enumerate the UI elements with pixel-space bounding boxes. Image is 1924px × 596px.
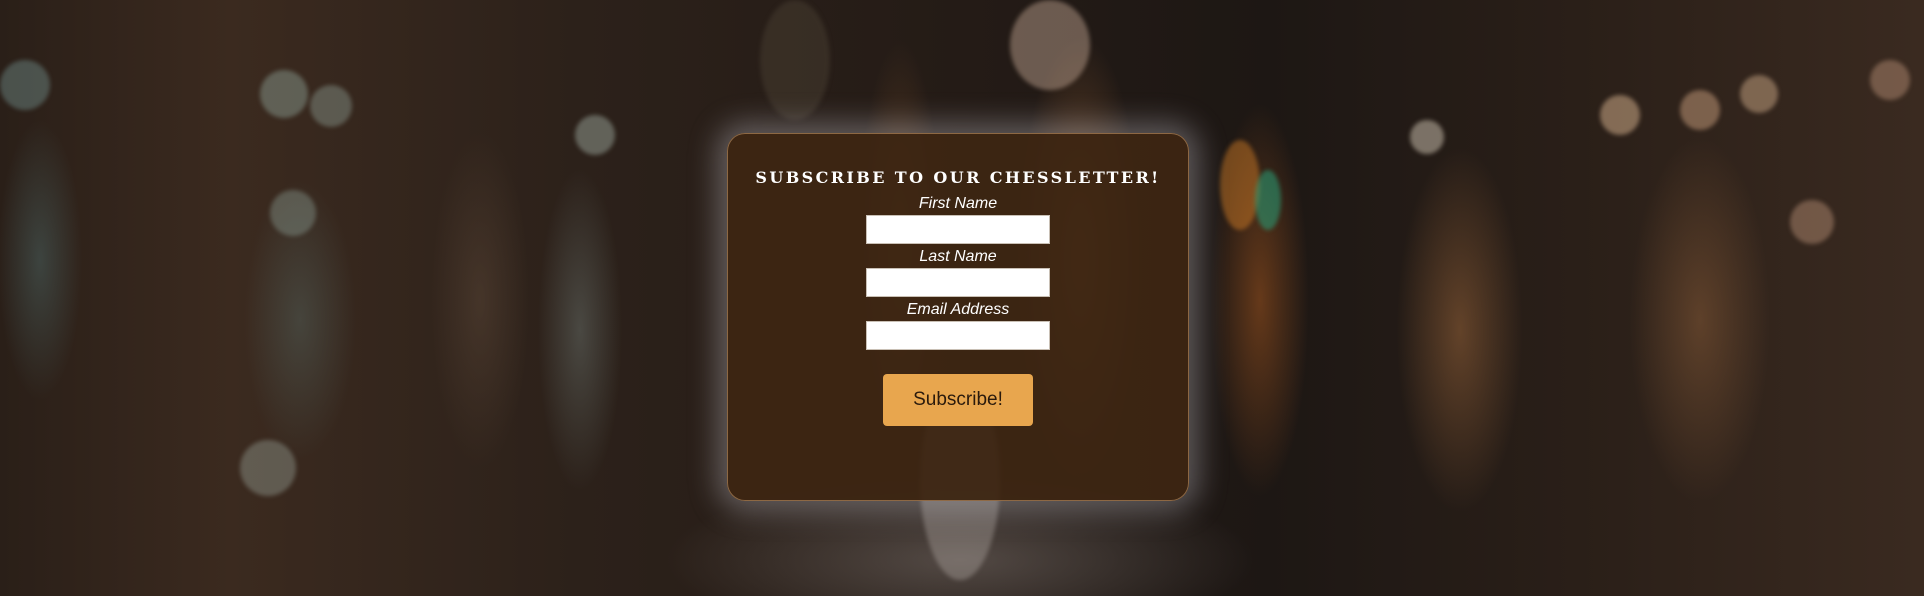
email-address-label: Email Address — [906, 301, 1010, 318]
bokeh-light — [1220, 140, 1260, 230]
bokeh-light — [1680, 90, 1720, 130]
first-name-input[interactable] — [866, 215, 1050, 244]
first-name-label: First Name — [918, 195, 998, 212]
bokeh-light — [575, 115, 615, 155]
bokeh-light — [760, 0, 830, 120]
bokeh-light — [240, 440, 296, 496]
bokeh-light — [270, 190, 316, 236]
subscribe-title: Subscribe to our Chessletter! — [755, 168, 1161, 187]
email-address-input[interactable] — [866, 321, 1050, 350]
last-name-label: Last Name — [919, 248, 997, 265]
subscribe-card: Subscribe to our Chessletter! First Name… — [727, 133, 1189, 501]
subscribe-button[interactable]: Subscribe! — [883, 374, 1033, 426]
last-name-input[interactable] — [866, 268, 1050, 297]
bokeh-light — [1600, 95, 1640, 135]
bokeh-light — [1870, 60, 1910, 100]
bokeh-light — [1740, 75, 1778, 113]
hero-background: Subscribe to our Chessletter! First Name… — [0, 0, 1924, 596]
bokeh-light — [0, 60, 50, 110]
bokeh-light — [1410, 120, 1444, 154]
bokeh-light — [1010, 0, 1090, 90]
bokeh-light — [1790, 200, 1834, 244]
bokeh-light — [1255, 170, 1281, 230]
bokeh-light — [310, 85, 352, 127]
bokeh-light — [260, 70, 308, 118]
